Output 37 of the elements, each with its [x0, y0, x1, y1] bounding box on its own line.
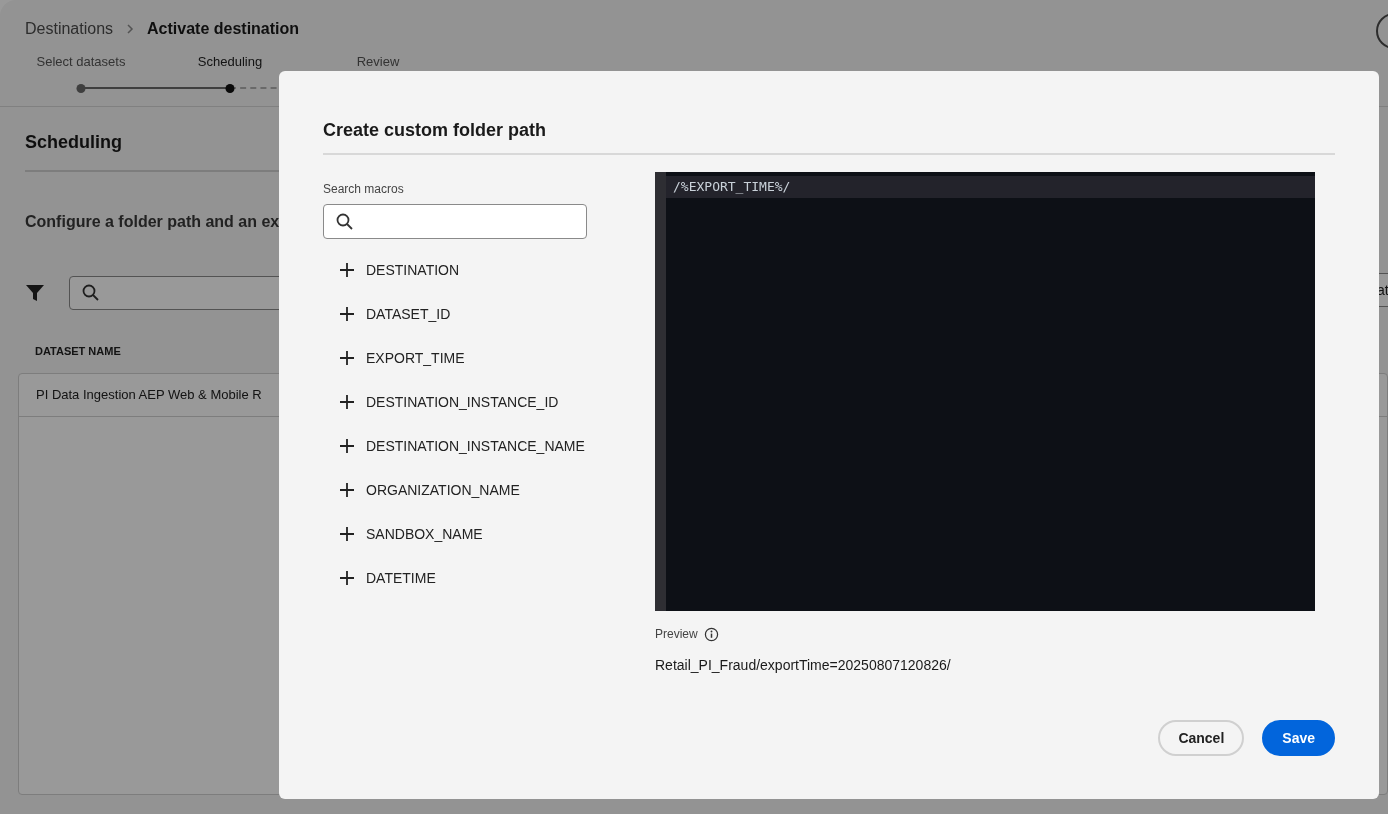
breadcrumb-current: Activate destination	[147, 19, 300, 39]
info-icon[interactable]	[703, 626, 719, 642]
plus-icon	[340, 527, 354, 541]
macro-item[interactable]: DATETIME	[323, 556, 655, 600]
plus-icon	[340, 263, 354, 277]
filter-icon[interactable]	[25, 283, 45, 303]
step-label: Scheduling	[197, 53, 263, 71]
search-icon	[336, 212, 354, 231]
macro-item[interactable]: DESTINATION_INSTANCE_NAME	[323, 424, 655, 468]
breadcrumb-link[interactable]: Destinations	[25, 17, 114, 41]
macro-item[interactable]: DESTINATION_INSTANCE_ID	[323, 380, 655, 424]
chevron-icon	[125, 24, 136, 34]
preview-label: Preview	[655, 626, 698, 643]
preview-path: Retail_PI_Fraud/exportTime=20250807120826/	[655, 656, 952, 675]
macro-item[interactable]: EXPORT_TIME	[323, 336, 655, 380]
macro-item[interactable]: ORGANIZATION_NAME	[323, 468, 655, 512]
plus-icon	[340, 439, 354, 453]
cancel-button[interactable]: Cancel	[1158, 720, 1245, 756]
field-label: Search macros	[323, 181, 405, 198]
column-header: DATASET NAME	[35, 344, 121, 359]
macro-item[interactable]: DATASET_ID	[323, 292, 655, 336]
section-description: Configure a folder path and an ex	[25, 212, 280, 232]
step-label: Select datasets	[36, 53, 126, 71]
dialog-title: Create custom folder path	[323, 117, 1335, 155]
plus-icon	[340, 351, 354, 365]
plus-icon	[340, 307, 354, 321]
save-button[interactable]: Save	[1262, 720, 1335, 756]
macro-item[interactable]: SANDBOX_NAME	[323, 512, 655, 556]
plus-icon	[340, 571, 354, 585]
search-icon	[82, 284, 100, 302]
table-cell-text: PI Data Ingestion AEP Web & Mobile R	[36, 385, 262, 404]
plus-icon	[340, 483, 354, 497]
search-field[interactable]	[323, 204, 587, 239]
code-editor[interactable]: /%EXPORT_TIME%/	[655, 172, 1315, 611]
macro-item[interactable]: DESTINATION	[323, 248, 655, 292]
plus-icon	[340, 395, 354, 409]
step-label: Review	[356, 53, 400, 71]
